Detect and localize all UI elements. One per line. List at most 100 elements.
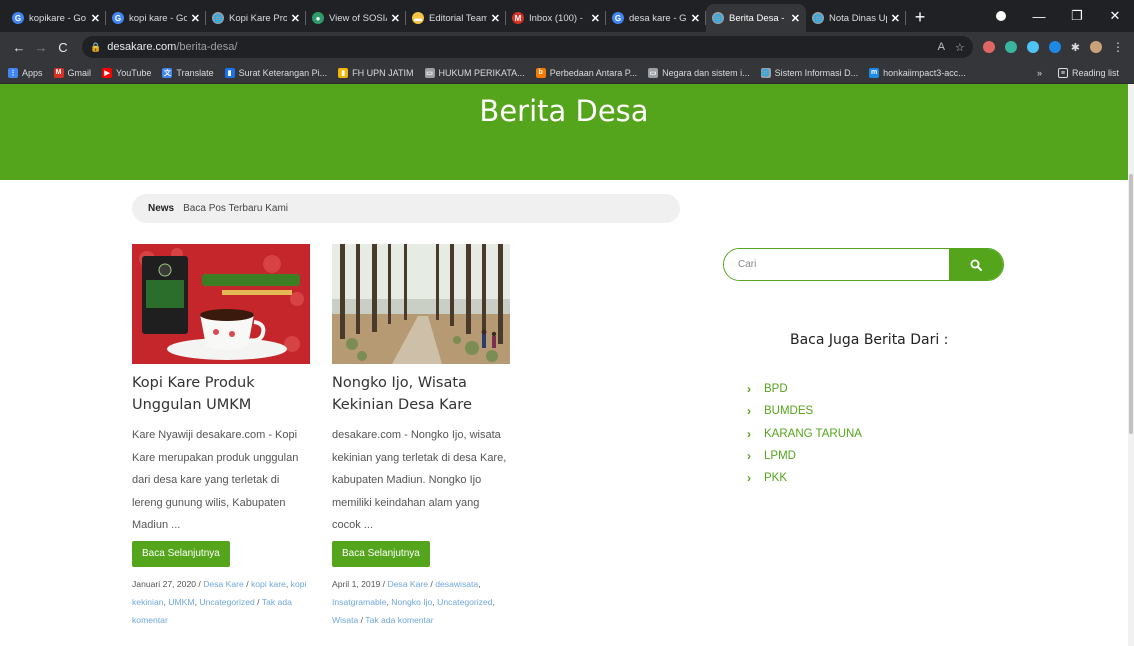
bookmark-star-icon[interactable]: ☆ [955,41,965,54]
favicon-icon: G [612,12,624,24]
bookmark-item[interactable]: ▭ HUKUM PERIKATA... [424,67,525,78]
tag-link[interactable]: Insatgramable [332,597,386,607]
scrollbar[interactable] [1128,84,1134,646]
bookmark-item[interactable]: ▮ Surat Keterangan Pi... [224,67,327,78]
browser-tab[interactable]: M Inbox (100) - ✕ [506,4,606,32]
tag-link[interactable]: Desa Kare [387,579,428,589]
extension-icon[interactable] [982,41,995,53]
sidebar-category-item[interactable]: › KARANG TARUNA [747,423,862,445]
bookmark-item[interactable]: ⋮ Apps [8,67,43,78]
minimize-button[interactable]: — [1020,9,1058,24]
comments-link[interactable]: Tak ada komentar [365,615,433,625]
bookmark-item[interactable]: b Perbedaan Antara P... [535,67,637,78]
browser-tab[interactable]: ● View of SOSIA ✕ [306,4,406,32]
close-tab-icon[interactable]: ✕ [91,12,100,25]
scrollbar-thumb[interactable] [1129,174,1133,434]
bookmark-label: Negara dan sistem i... [662,67,750,78]
extension-icon[interactable] [1026,41,1039,53]
browser-tab[interactable]: Gkopikare - Go ✕ [6,4,106,32]
bookmark-item[interactable]: m honkaiimpact3-acc... [869,67,966,78]
sidebar-category-label: BUMDES [764,405,814,418]
avatar[interactable] [1090,41,1102,53]
extension-icon[interactable] [1004,41,1017,53]
breadcrumb-text: Baca Pos Terbaru Kami [183,203,288,214]
search-button[interactable] [949,249,1003,280]
window-controls: — ❐ ✕ [982,0,1134,32]
close-tab-icon[interactable]: ✕ [691,12,700,25]
extension-icon[interactable] [1048,41,1061,53]
profile-icon[interactable] [982,9,1020,24]
tab-title: Berita Desa - [729,12,785,24]
bookmark-icon: ⋮ [8,67,18,78]
browser-tab[interactable]: Gdesa kare - Go ✕ [606,4,706,32]
bookmark-item[interactable]: 文 Translate [162,67,214,78]
post-card: Kopi Kare Produk Unggulan UMKM Kare Nyaw… [132,244,310,629]
bookmark-item[interactable]: M Gmail [53,67,91,78]
tag-link[interactable]: Desa Kare [203,579,244,589]
tag-link[interactable]: Nongko Ijo [391,597,432,607]
browser-tab[interactable]: ▬ Editorial Team ✕ [406,4,506,32]
favicon-icon: M [512,12,524,24]
sidebar-category-item[interactable]: › BPD [747,378,862,400]
more-bookmarks-button[interactable]: » [1037,68,1042,78]
tab-title: desa kare - Go [629,12,687,24]
post-date: April 1, 2019 [332,578,381,589]
browser-tab[interactable]: Gkopi kare - Go ✕ [106,4,206,32]
browser-toolbar: ← → C 🔒 desakare.com/berita-desa/ A ☆ ✱ … [0,32,1134,62]
close-tab-icon[interactable]: ✕ [891,12,900,25]
new-tab-button[interactable]: + [906,4,934,32]
search-input[interactable] [724,249,949,280]
back-button[interactable]: ← [8,40,30,55]
bookmark-item[interactable]: ▭ Negara dan sistem i... [648,67,750,78]
browser-tab[interactable]: 🌐 Kopi Kare Pro ✕ [206,4,306,32]
tag-link[interactable]: UMKM [168,597,194,607]
search-form [723,248,1004,281]
bookmark-item[interactable]: ▮ FH UPN JATIM [338,67,414,78]
sidebar-category-item[interactable]: › PKK [747,467,862,489]
bookmark-label: Translate [176,67,214,78]
close-tab-icon[interactable]: ✕ [391,12,400,25]
read-more-button[interactable]: Baca Selanjutnya [132,540,230,567]
tag-link[interactable]: kopi kare [251,579,286,589]
reading-list-icon: ≡ [1057,68,1068,78]
chevron-right-icon: › [747,426,751,441]
post-thumbnail-coffee[interactable] [132,244,310,364]
reload-button[interactable]: C [52,40,74,55]
restore-button[interactable]: ❐ [1058,8,1096,24]
close-tab-icon[interactable]: ✕ [191,12,200,25]
menu-icon[interactable]: ⋮ [1112,40,1124,54]
close-window-button[interactable]: ✕ [1096,8,1134,24]
sidebar-category-item[interactable]: › LPMD [747,445,862,467]
chevron-right-icon: › [747,471,751,486]
close-tab-icon[interactable]: ✕ [791,12,800,25]
chevron-right-icon: › [747,449,751,464]
bookmark-label: YouTube [116,67,152,78]
puzzle-icon[interactable]: ✱ [1071,41,1080,54]
close-tab-icon[interactable]: ✕ [291,12,300,25]
tag-link[interactable]: Wisata [332,615,358,625]
tag-link[interactable]: Uncategorized [199,597,254,607]
forward-button[interactable]: → [30,40,52,55]
browser-tab[interactable]: 🌐 Nota Dinas Up ✕ [806,4,906,32]
search-icon [970,259,982,271]
read-aloud-icon[interactable]: A [938,41,945,54]
address-bar[interactable]: 🔒 desakare.com/berita-desa/ A ☆ [82,36,973,58]
sidebar-category-item[interactable]: › BUMDES [747,400,862,422]
bookmark-item[interactable]: ▶ YouTube [102,67,152,78]
bookmark-icon: ▭ [648,67,659,78]
post-title[interactable]: Kopi Kare Produk Unggulan UMKM [132,372,310,416]
lock-icon[interactable]: 🔒 [90,42,101,53]
tag-link[interactable]: Uncategorized [437,597,492,607]
browser-tab[interactable]: 🌐 Berita Desa - ✕ [706,4,806,32]
favicon-icon: 🌐 [712,12,724,24]
reading-list-button[interactable]: ≡ Reading list [1057,68,1119,78]
close-tab-icon[interactable]: ✕ [591,12,600,25]
bookmarks-bar: ⋮ Apps M Gmail ▶ YouTube 文 Translate ▮ Surat Kete… [0,62,1134,84]
close-tab-icon[interactable]: ✕ [491,12,500,25]
post-title[interactable]: Nongko Ijo, Wisata Kekinian Desa Kare [332,372,510,416]
tag-link[interactable]: desawisata [435,579,478,589]
post-thumbnail-forest[interactable] [332,244,510,364]
bookmark-item[interactable]: 🌐 Sistem Informasi D... [760,67,858,78]
read-more-button[interactable]: Baca Selanjutnya [332,540,430,567]
favicon-icon: 🌐 [212,12,224,24]
